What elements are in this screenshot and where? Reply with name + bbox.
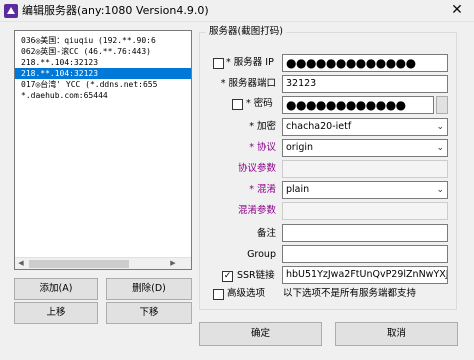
protocol-param-label: 协议参数 [237, 163, 276, 174]
scroll-left-icon[interactable]: ◀ [15, 258, 27, 268]
password-action-button[interactable] [436, 96, 448, 114]
protocol-select[interactable]: origin ⌄ [282, 139, 448, 157]
protocol-label: * 协议 [249, 142, 276, 153]
server-ip-input[interactable]: ●●●●●●●●●●●●● [282, 54, 448, 72]
obfs-value: plain [286, 184, 310, 195]
password-input[interactable]: ●●●●●●●●●●●● [282, 96, 434, 114]
server-ip-label: * 服务器 IP [226, 57, 274, 68]
title-bar: 编辑服务器(any:1080 Version4.9.0) ✕ [0, 0, 474, 22]
list-item[interactable]: 218.**.104:32123 [15, 57, 191, 68]
obfs-label: * 混淆 [249, 184, 276, 195]
protocol-value: origin [286, 142, 314, 153]
server-list[interactable]: 036◎美国：qiuqiu (192.**.90:6 062◎英国-滚CC (4… [14, 30, 192, 270]
remarks-label: 备注 [256, 228, 276, 239]
obfs-param-input[interactable] [282, 202, 448, 220]
group-title: 服务器(截图打码) [206, 26, 286, 38]
chevron-down-icon: ⌄ [436, 122, 444, 132]
obfs-param-label: 混淆参数 [237, 205, 276, 216]
encryption-label: * 加密 [249, 121, 276, 132]
move-down-button[interactable]: 下移 [106, 302, 192, 324]
window-title: 编辑服务器(any:1080 Version4.9.0) [22, 4, 209, 17]
advanced-note: 以下选项不是所有服务端都支持 [283, 288, 417, 299]
password-label: * 密码 [246, 98, 273, 109]
advanced-options-checkbox[interactable] [213, 289, 224, 300]
obfs-select[interactable]: plain ⌄ [282, 181, 448, 199]
scroll-right-icon[interactable]: ▶ [167, 258, 179, 268]
list-item[interactable]: 017◎台湾' YCC (*.ddns.net:655 [15, 79, 191, 90]
ssr-link-checkbox[interactable]: ✓ [222, 271, 233, 282]
remarks-input[interactable] [282, 224, 448, 242]
add-button[interactable]: 添加(A) [14, 278, 98, 300]
ssr-link-input[interactable]: hbU51YzJwa2FtUnQvP29lZnNwYXJhbT0 [282, 266, 448, 284]
group-input[interactable] [282, 245, 448, 263]
encryption-value: chacha20-ietf [286, 121, 352, 132]
close-button[interactable]: ✕ [440, 0, 474, 22]
cancel-button[interactable]: 取消 [335, 322, 458, 346]
advanced-options-label: 高级选项 [227, 288, 266, 299]
password-checkbox[interactable] [232, 99, 243, 110]
protocol-param-input[interactable] [282, 160, 448, 178]
chevron-down-icon: ⌄ [436, 143, 444, 153]
chevron-down-icon: ⌄ [436, 185, 444, 195]
list-item[interactable]: 036◎美国：qiuqiu (192.**.90:6 [15, 35, 191, 46]
server-port-label: * 服务器端口 [220, 78, 276, 89]
group-label: Group [247, 249, 276, 260]
delete-button[interactable]: 删除(D) [106, 278, 192, 300]
server-port-input[interactable]: 32123 [282, 75, 448, 93]
move-up-button[interactable]: 上移 [14, 302, 98, 324]
scrollbar-thumb[interactable] [29, 260, 129, 268]
ssr-link-label: SSR链接 [237, 270, 275, 281]
list-item-selected[interactable]: 218.**.104:32123 [15, 68, 191, 79]
ok-button[interactable]: 确定 [199, 322, 322, 346]
close-icon: ✕ [451, 2, 463, 18]
horizontal-scrollbar[interactable]: ◀ ▶ [15, 257, 191, 269]
app-icon [4, 4, 18, 18]
encryption-select[interactable]: chacha20-ietf ⌄ [282, 118, 448, 136]
server-ip-checkbox[interactable] [213, 58, 224, 69]
list-item[interactable]: 062◎英国-滚CC (46.**.76:443) [15, 46, 191, 57]
list-item[interactable]: *.daehub.com:65444 [15, 90, 191, 101]
